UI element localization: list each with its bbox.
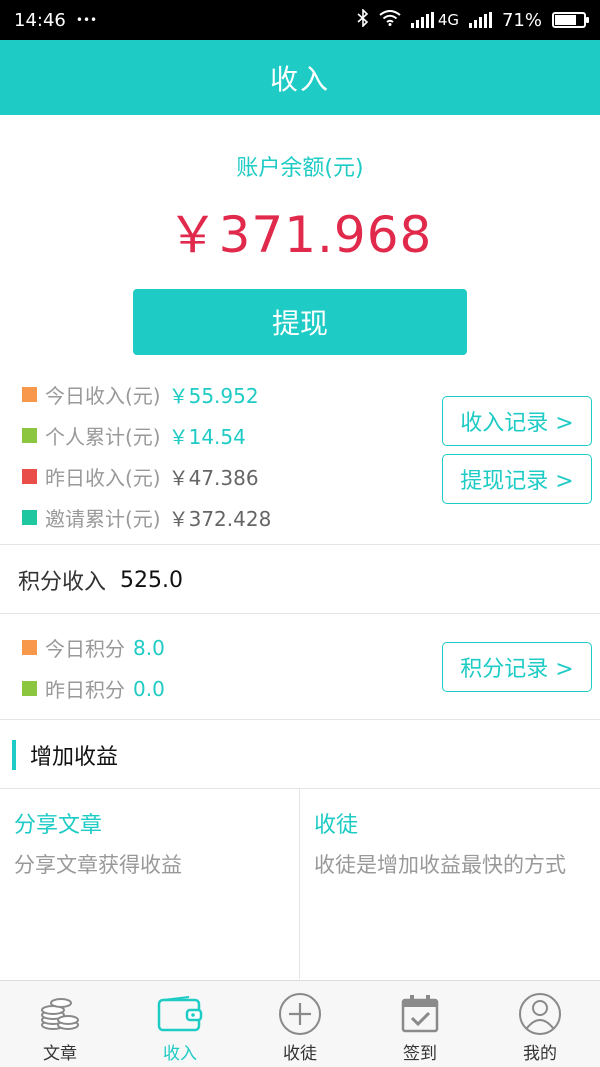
nav-item-articles[interactable]: 文章 (0, 981, 120, 1067)
stat-label: 昨日收入(元) (45, 466, 161, 490)
nav-item-income[interactable]: 收入 (120, 981, 240, 1067)
legend-square-icon (22, 681, 37, 696)
wallet-icon (157, 993, 203, 1035)
legend-square-icon (22, 469, 37, 484)
share-article-card[interactable]: 分享文章 分享文章获得收益 (0, 789, 299, 979)
nav-label: 我的 (523, 1044, 557, 1064)
stat-value: 8.0 (133, 635, 165, 660)
section-title-text: 增加收益 (30, 745, 119, 770)
legend-square-icon (22, 510, 37, 525)
coins-icon (37, 993, 83, 1035)
network-type: 4G (437, 11, 459, 29)
withdraw-button[interactable]: 提现 (133, 289, 467, 355)
signal-icon-2 (468, 12, 492, 28)
card-title: 分享文章 (14, 813, 103, 838)
stat-value: ￥47.386 (168, 466, 259, 490)
recruit-card[interactable]: 收徒 收徒是增加收益最快的方式 (300, 789, 600, 979)
stat-label: 今日收入(元) (45, 384, 161, 408)
signal-icon (410, 12, 434, 28)
nav-item-checkin[interactable]: 签到 (360, 981, 480, 1067)
card-desc: 分享文章获得收益 (14, 853, 182, 877)
nav-label: 收入 (163, 1044, 197, 1064)
user-circle-icon (517, 993, 563, 1035)
legend-square-icon (22, 640, 37, 655)
nav-label: 收徒 (283, 1044, 317, 1064)
stat-today-points: 今日积分 8.0 (22, 627, 422, 668)
points-income-row: 积分收入 525.0 (18, 558, 183, 602)
divider (0, 613, 600, 614)
page-title: 收入 (269, 62, 330, 96)
stat-today-income: 今日收入(元) ￥55.952 (22, 374, 422, 415)
withdraw-record-button[interactable]: 提现记录 > (442, 454, 592, 504)
points-record-button[interactable]: 积分记录 > (442, 642, 592, 692)
stat-personal-total: 个人累计(元) ￥14.54 (22, 415, 422, 456)
divider (0, 544, 600, 545)
stat-value: ￥14.54 (168, 425, 246, 449)
stat-label: 今日积分 (45, 637, 125, 661)
status-time: 14:46 (14, 9, 66, 31)
income-stats: 今日收入(元) ￥55.952 个人累计(元) ￥14.54 昨日收入(元) ￥… (22, 374, 422, 538)
page-header: 收入 (0, 40, 600, 115)
battery-icon (552, 12, 589, 28)
plus-circle-icon (277, 993, 323, 1035)
balance-value: ￥371.968 (167, 206, 433, 264)
stat-label: 昨日积分 (45, 678, 125, 702)
points-income-label: 积分收入 (18, 570, 107, 595)
calendar-check-icon (397, 993, 443, 1035)
nav-item-profile[interactable]: 我的 (480, 981, 600, 1067)
stat-invite-total: 邀请累计(元) ￥372.428 (22, 497, 422, 538)
points-stats: 今日积分 8.0 昨日积分 0.0 (22, 627, 422, 709)
card-desc: 收徒是增加收益最快的方式 (314, 853, 566, 877)
stat-label: 个人累计(元) (45, 425, 161, 449)
wifi-icon (379, 9, 401, 31)
stat-label: 邀请累计(元) (45, 507, 161, 531)
balance-label: 账户余额(元) (236, 156, 364, 181)
legend-square-icon (22, 387, 37, 402)
nav-label: 文章 (43, 1044, 77, 1064)
bluetooth-icon (357, 7, 369, 32)
stat-value: ￥372.428 (168, 507, 272, 531)
stat-yesterday-points: 昨日积分 0.0 (22, 668, 422, 709)
bottom-nav: 文章 收入 收徒 签到 我的 (0, 980, 600, 1067)
card-title: 收徒 (314, 813, 359, 838)
income-record-button[interactable]: 收入记录 > (442, 396, 592, 446)
section-title: 增加收益 (12, 738, 118, 772)
divider (0, 719, 600, 720)
section-accent-bar (12, 740, 16, 770)
stat-value: 0.0 (133, 676, 165, 701)
status-bar: 14:46 ••• 4G 71% (0, 0, 600, 40)
nav-item-recruit[interactable]: 收徒 (240, 981, 360, 1067)
stat-value: ￥55.952 (168, 384, 259, 408)
legend-square-icon (22, 428, 37, 443)
nav-label: 签到 (403, 1044, 437, 1064)
battery-percent: 71% (501, 9, 542, 31)
points-income-value: 525.0 (120, 567, 183, 593)
stat-yesterday-income: 昨日收入(元) ￥47.386 (22, 456, 422, 497)
status-dots: ••• (75, 13, 98, 27)
